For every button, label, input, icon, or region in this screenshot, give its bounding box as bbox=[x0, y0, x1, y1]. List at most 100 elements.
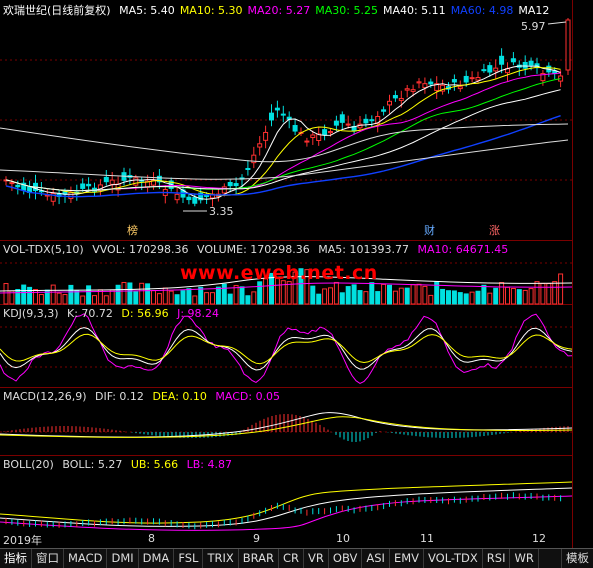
tab-obv[interactable]: OBV bbox=[329, 549, 363, 568]
tab-trix[interactable]: TRIX bbox=[203, 549, 239, 568]
ma-legend: MA5: 5.40 MA10: 5.30 MA20: 5.27 MA30: 5.25 M… bbox=[119, 4, 554, 17]
candle-body bbox=[274, 107, 280, 111]
ma-legend-item: MA30: 5.25 bbox=[315, 4, 378, 17]
vol-item-vvol: VVOL: 170298.36 bbox=[92, 243, 189, 256]
tab-dma[interactable]: DMA bbox=[139, 549, 175, 568]
boll-panel[interactable]: BOLL(20) BOLL: 5.27 UB: 5.66 LB: 4.87 bbox=[0, 456, 572, 531]
volume-bar bbox=[516, 289, 522, 305]
volume-bar bbox=[369, 282, 375, 305]
volume-bar bbox=[546, 283, 552, 305]
volume-bar bbox=[115, 284, 121, 305]
candle-body bbox=[15, 184, 21, 188]
candle-body bbox=[333, 120, 339, 126]
volume-bar bbox=[457, 292, 463, 305]
volume-bar bbox=[227, 293, 233, 305]
tab-dmi[interactable]: DMI bbox=[107, 549, 139, 568]
event-marker-rise[interactable]: 涨 bbox=[489, 222, 500, 238]
tab-template[interactable]: 模板 bbox=[561, 549, 593, 568]
volume-bar bbox=[168, 290, 174, 305]
candle-body bbox=[68, 191, 74, 200]
candle-body bbox=[245, 167, 251, 170]
tab-vr[interactable]: VR bbox=[304, 549, 329, 568]
candle-body bbox=[463, 75, 469, 83]
volume-bar bbox=[80, 295, 86, 305]
volume-bar bbox=[33, 289, 38, 305]
volume-bar bbox=[210, 292, 215, 305]
volume-bar bbox=[422, 285, 428, 305]
candle-body bbox=[328, 131, 333, 134]
volume-bar bbox=[27, 286, 33, 305]
volume-bar bbox=[239, 286, 245, 305]
volume-bar bbox=[56, 292, 62, 305]
volume-bar bbox=[416, 283, 422, 305]
volume-bar bbox=[375, 291, 381, 305]
volume-bar bbox=[510, 287, 516, 305]
tab-wr[interactable]: WR bbox=[510, 549, 539, 568]
volume-bar bbox=[345, 286, 351, 305]
volume-bar bbox=[381, 283, 387, 305]
tab-brar[interactable]: BRAR bbox=[239, 549, 280, 568]
kdj-panel[interactable]: KDJ(9,3,3) K: 70.72 D: 56.96 J: 98.24 bbox=[0, 305, 572, 388]
volume-bar bbox=[552, 281, 558, 305]
tab-rsi[interactable]: RSI bbox=[483, 549, 511, 568]
candle-body bbox=[528, 60, 534, 66]
macd-panel[interactable]: MACD(12,26,9) DIF: 0.12 DEA: 0.10 MACD: … bbox=[0, 388, 572, 456]
volume-bar bbox=[68, 284, 74, 305]
tab-vol-tdx[interactable]: VOL-TDX bbox=[424, 549, 483, 568]
volume-bar bbox=[127, 282, 133, 305]
volume-bar bbox=[174, 294, 180, 305]
tab-cr[interactable]: CR bbox=[279, 549, 305, 568]
candle-body bbox=[398, 97, 404, 101]
volume-bar bbox=[357, 290, 363, 305]
tab-macd[interactable]: MACD bbox=[64, 549, 108, 568]
volume-bar bbox=[186, 288, 192, 305]
tab-asi[interactable]: ASI bbox=[362, 549, 390, 568]
volume-bar bbox=[392, 290, 398, 305]
volume-bar bbox=[463, 293, 469, 305]
volume-bar bbox=[233, 285, 239, 305]
candle-body bbox=[133, 177, 139, 186]
candle-body bbox=[363, 118, 369, 124]
volume-bar bbox=[74, 289, 80, 305]
tab-window[interactable]: 窗口 bbox=[32, 549, 64, 568]
price-panel-header: 欢瑞世纪(日线前复权) MA5: 5.40 MA10: 5.30 MA20: 5.2… bbox=[3, 2, 559, 18]
macd-dea-line bbox=[0, 416, 572, 438]
candle-body bbox=[192, 196, 198, 204]
tab-fsl[interactable]: FSL bbox=[174, 549, 204, 568]
volume-bar bbox=[156, 293, 162, 305]
date-label: 8 bbox=[148, 532, 155, 545]
candle-body bbox=[410, 89, 416, 92]
candle-body bbox=[280, 113, 286, 116]
volume-bar bbox=[469, 291, 475, 305]
volume-bar bbox=[505, 286, 510, 305]
volume-bar bbox=[487, 292, 493, 305]
volume-bar bbox=[92, 295, 97, 305]
volume-bar bbox=[62, 294, 68, 305]
candle-body bbox=[9, 182, 15, 185]
candle-body bbox=[339, 114, 345, 123]
indicator-tab-bar: 指标 窗口 MACD DMI DMA FSL TRIX BRAR CR VR O… bbox=[0, 548, 593, 568]
macd-dif-line bbox=[0, 412, 572, 438]
candle-body bbox=[86, 183, 92, 187]
candle-body bbox=[292, 125, 298, 132]
candle-body bbox=[109, 179, 115, 185]
volume-bar bbox=[322, 288, 328, 305]
volume-bar bbox=[50, 284, 56, 305]
candle-body bbox=[221, 186, 227, 194]
candle-body bbox=[510, 58, 516, 63]
tab-indicator[interactable]: 指标 bbox=[0, 549, 32, 568]
candlestick-chart[interactable] bbox=[0, 0, 572, 241]
volume-bar bbox=[38, 294, 44, 305]
event-marker-rank[interactable]: 榜 bbox=[127, 222, 138, 238]
volume-bar bbox=[192, 295, 198, 305]
tab-emv[interactable]: EMV bbox=[390, 549, 424, 568]
candle-body bbox=[493, 67, 499, 72]
volume-bar bbox=[339, 292, 345, 305]
volume-bar bbox=[451, 290, 457, 305]
ma-legend-item: MA10: 5.30 bbox=[179, 4, 243, 17]
event-marker-finance[interactable]: 财 bbox=[424, 222, 435, 238]
volume-bar bbox=[198, 286, 204, 305]
volume-bar bbox=[440, 288, 446, 305]
price-panel[interactable]: 欢瑞世纪(日线前复权) MA5: 5.40 MA10: 5.30 MA20: 5.2… bbox=[0, 0, 572, 241]
volume-bar bbox=[103, 295, 109, 305]
